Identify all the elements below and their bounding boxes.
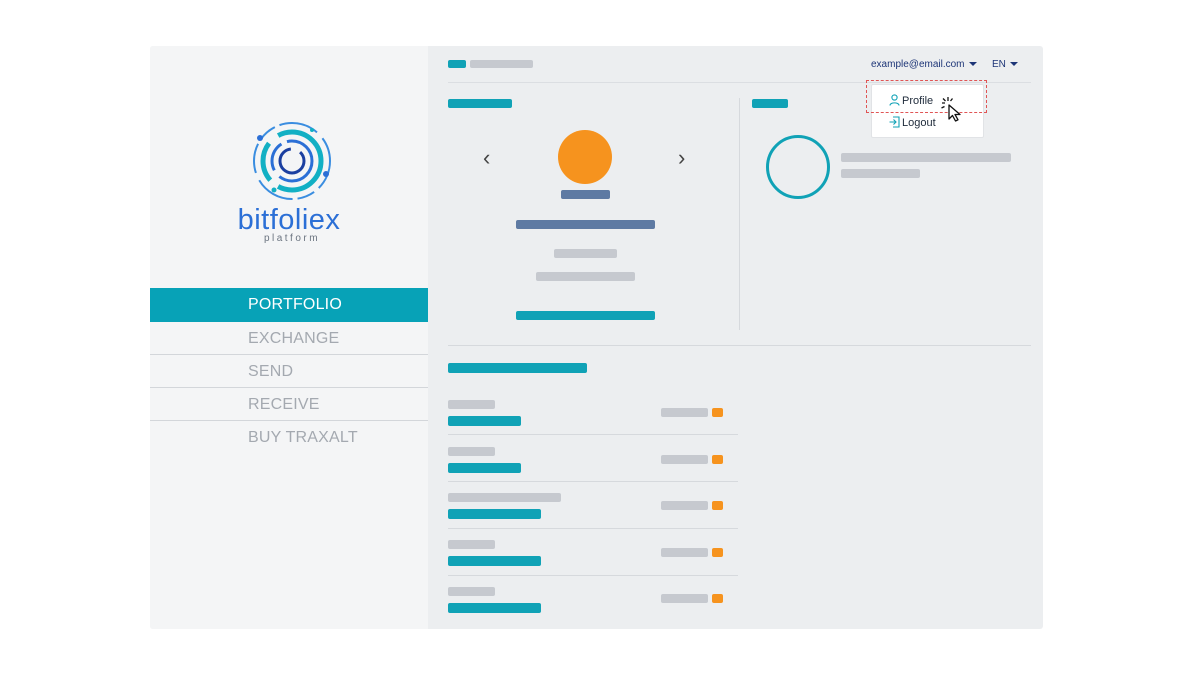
avatar (558, 130, 612, 184)
text-placeholder (661, 501, 708, 510)
text-placeholder (448, 447, 495, 456)
nav-item-send[interactable]: SEND (150, 355, 428, 388)
chevron-right-icon[interactable]: › (678, 147, 685, 169)
menu-item-logout[interactable]: Logout (902, 117, 936, 129)
status-badge (712, 548, 723, 557)
text-placeholder (516, 220, 655, 229)
brand-subtitle: platform (263, 233, 321, 244)
section-title-placeholder (752, 99, 788, 108)
text-placeholder (448, 587, 495, 596)
nav-item-portfolio[interactable]: PORTFOLIO (150, 288, 428, 322)
bitfoliex-logo-icon (253, 122, 331, 200)
text-placeholder (661, 548, 708, 557)
status-badge (712, 501, 723, 510)
text-placeholder (448, 509, 541, 519)
breadcrumb-placeholder (448, 60, 466, 68)
chevron-down-icon (968, 62, 977, 67)
chevron-down-icon (1009, 62, 1018, 67)
text-placeholder (448, 416, 521, 426)
account-email-dropdown[interactable]: example@email.com (871, 59, 977, 70)
row-divider (448, 528, 738, 529)
section-divider (448, 345, 1031, 346)
text-placeholder (448, 540, 495, 549)
breadcrumb-placeholder (470, 60, 533, 68)
text-placeholder (448, 603, 541, 613)
logout-icon (889, 116, 900, 128)
user-menu: Profile Logout (871, 84, 984, 138)
section-title-placeholder (448, 99, 512, 108)
language-label: EN (992, 59, 1006, 70)
text-placeholder (841, 169, 920, 178)
text-placeholder (448, 463, 521, 473)
text-placeholder (448, 556, 541, 566)
main-content: example@email.com EN ‹ › Profile Logout (428, 46, 1043, 629)
text-placeholder (448, 400, 495, 409)
text-placeholder (554, 249, 617, 258)
text-placeholder (561, 190, 610, 199)
nav-item-buy-traxalt[interactable]: BUY TRAXALT (150, 421, 428, 454)
sidebar: bitfoliex platform PORTFOLIO EXCHANGE SE… (150, 46, 428, 629)
column-divider (739, 98, 740, 330)
row-divider (448, 481, 738, 482)
text-placeholder (661, 408, 708, 417)
row-divider (448, 434, 738, 435)
text-placeholder (661, 594, 708, 603)
text-placeholder (536, 272, 635, 281)
user-icon (889, 94, 900, 106)
nav-item-receive[interactable]: RECEIVE (150, 388, 428, 421)
account-email: example@email.com (871, 59, 965, 70)
nav-item-exchange[interactable]: EXCHANGE (150, 322, 428, 355)
chevron-left-icon[interactable]: ‹ (483, 147, 490, 169)
section-title-placeholder (448, 363, 587, 373)
status-badge (712, 455, 723, 464)
status-badge (712, 408, 723, 417)
text-placeholder (841, 153, 1011, 162)
row-divider (448, 575, 738, 576)
action-placeholder[interactable] (516, 311, 655, 320)
language-selector[interactable]: EN (992, 59, 1018, 70)
text-placeholder (448, 493, 561, 502)
text-placeholder (661, 455, 708, 464)
menu-item-profile[interactable]: Profile (902, 95, 933, 107)
main-nav: PORTFOLIO EXCHANGE SEND RECEIVE BUY TRAX… (150, 288, 428, 454)
pointer-click-icon (941, 97, 961, 122)
app-window: bitfoliex platform PORTFOLIO EXCHANGE SE… (150, 46, 1043, 629)
status-badge (712, 594, 723, 603)
header-divider (448, 82, 1031, 83)
avatar-ring (766, 135, 830, 199)
